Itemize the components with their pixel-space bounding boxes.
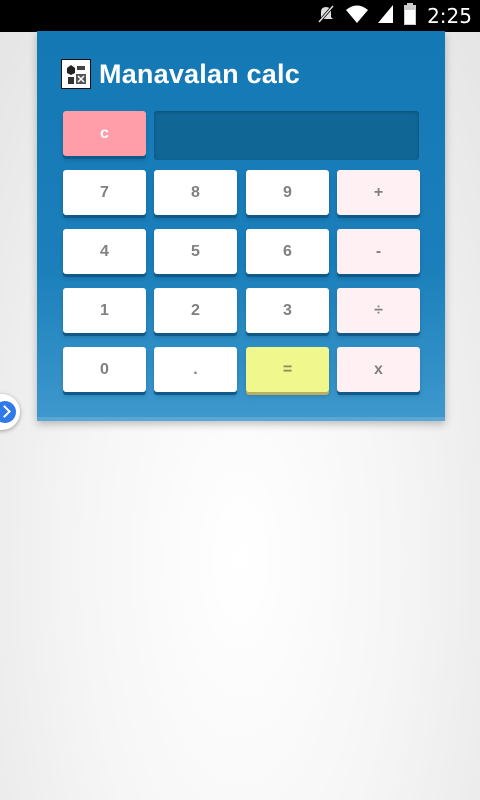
key-9-button[interactable]: 9 bbox=[246, 170, 329, 215]
decimal-button[interactable]: . bbox=[154, 347, 237, 392]
signal-icon bbox=[377, 3, 395, 30]
clear-button[interactable]: c bbox=[63, 111, 146, 156]
app-title: Manavalan calc bbox=[99, 58, 300, 89]
mute-icon bbox=[315, 3, 337, 30]
status-bar: 2:25 bbox=[0, 0, 480, 32]
status-icons: 2:25 bbox=[315, 0, 472, 32]
calculator-window: Manavalan calc c 7 8 9 + 4 5 6 - 1 2 3 ÷… bbox=[37, 31, 445, 421]
calculator-display bbox=[154, 111, 419, 160]
key-5-button[interactable]: 5 bbox=[154, 229, 237, 274]
key-1-button[interactable]: 1 bbox=[63, 288, 146, 333]
equals-button[interactable]: = bbox=[246, 347, 329, 392]
minus-button[interactable]: - bbox=[337, 229, 420, 274]
title-row: Manavalan calc bbox=[61, 57, 300, 91]
battery-icon bbox=[403, 2, 417, 31]
app-logo-icon bbox=[61, 59, 91, 89]
plus-button[interactable]: + bbox=[337, 170, 420, 215]
side-handle[interactable] bbox=[0, 394, 20, 430]
status-time: 2:25 bbox=[427, 4, 472, 28]
key-0-button[interactable]: 0 bbox=[63, 347, 146, 392]
key-3-button[interactable]: 3 bbox=[246, 288, 329, 333]
key-7-button[interactable]: 7 bbox=[63, 170, 146, 215]
wifi-icon bbox=[345, 3, 369, 30]
key-4-button[interactable]: 4 bbox=[63, 229, 146, 274]
multiply-button[interactable]: x bbox=[337, 347, 420, 392]
key-6-button[interactable]: 6 bbox=[246, 229, 329, 274]
key-8-button[interactable]: 8 bbox=[154, 170, 237, 215]
key-2-button[interactable]: 2 bbox=[154, 288, 237, 333]
chevron-right-icon bbox=[0, 401, 16, 423]
divide-button[interactable]: ÷ bbox=[337, 288, 420, 333]
